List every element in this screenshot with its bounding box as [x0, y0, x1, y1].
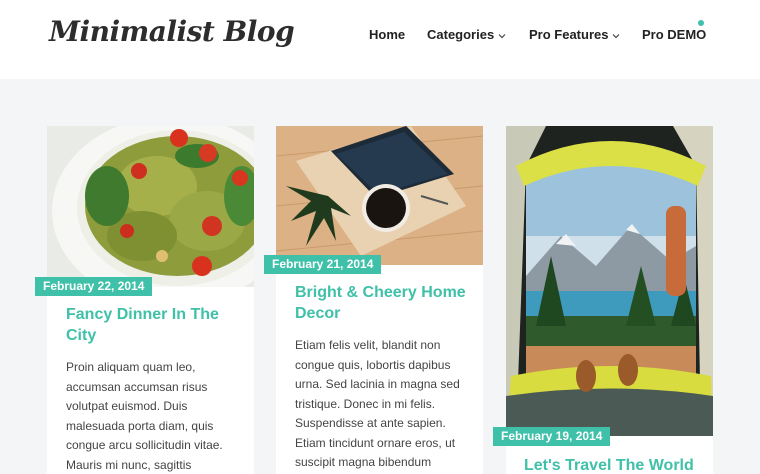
- nav-item-categories[interactable]: Categories: [427, 27, 507, 43]
- nav-label: Home: [369, 27, 406, 42]
- indicator-dot: [698, 20, 704, 26]
- nav-item-pro-demo[interactable]: Pro DEMO: [642, 27, 706, 43]
- post-excerpt: Proin aliquam quam leo, accumsan accumsa…: [66, 360, 223, 472]
- post-title[interactable]: Let's Travel The World: [524, 455, 704, 474]
- post-thumbnail[interactable]: [506, 126, 713, 436]
- post-excerpt: Etiam felis velit, blandit non congue qu…: [295, 338, 460, 469]
- nav-item-pro-features[interactable]: Pro Features: [529, 27, 621, 43]
- post-date-badge[interactable]: February 22, 2014: [35, 277, 153, 296]
- nav-label: Categories: [427, 27, 495, 42]
- nav-label: Pro DEMO: [642, 27, 707, 42]
- post-title[interactable]: Bright & Cheery Home Decor: [295, 282, 470, 324]
- chevron-down-icon: [498, 33, 506, 38]
- site-header: Minimalist Blog Home Categories Pro Feat…: [0, 0, 760, 79]
- post-thumbnail[interactable]: [47, 126, 254, 287]
- tent-mountain-image: [506, 126, 713, 436]
- post-date-badge[interactable]: February 19, 2014: [493, 427, 611, 446]
- post-thumbnail[interactable]: [276, 126, 483, 265]
- nav-item-home[interactable]: Home: [369, 27, 405, 43]
- post-title[interactable]: Fancy Dinner In The City: [66, 304, 236, 346]
- post-date-badge[interactable]: February 21, 2014: [264, 255, 382, 274]
- desk-coffee-image: [276, 126, 483, 265]
- site-logo[interactable]: Minimalist Blog: [49, 14, 295, 50]
- post-card: [506, 126, 713, 474]
- nav-label: Pro Features: [529, 27, 609, 42]
- pasta-salad-image: [47, 126, 254, 287]
- chevron-down-icon: [613, 33, 620, 38]
